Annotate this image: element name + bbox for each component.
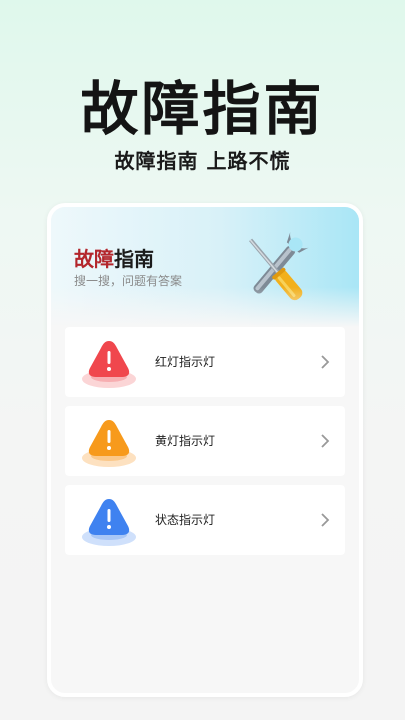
chevron-right-icon — [321, 355, 330, 369]
banner-subtitle: 搜一搜，问题有答案 — [74, 274, 183, 288]
yellow-warning-icon — [82, 420, 136, 467]
banner-title-part1: 故障 — [74, 247, 114, 271]
indicator-list: 红灯指示灯 黄灯指示灯 状态指示灯 — [65, 327, 345, 564]
tools-icon — [249, 232, 309, 301]
list-item-label: 黄灯指示灯 — [155, 434, 216, 448]
banner: 故障指南 搜一搜，问题有答案 — [51, 207, 359, 327]
chevron-right-icon — [321, 434, 330, 448]
phone-screen: 故障指南 搜一搜，问题有答案 红灯指示灯 黄灯指示灯 状态指示灯 — [47, 203, 363, 697]
banner-title-part2: 指南 — [114, 247, 154, 271]
chevron-right-icon — [321, 513, 330, 527]
hero-title: 故障指南 — [80, 75, 325, 143]
list-item-label: 红灯指示灯 — [155, 355, 216, 369]
red-warning-icon — [82, 341, 136, 388]
list-item-red-light[interactable]: 红灯指示灯 — [65, 327, 345, 397]
banner-title: 故障指南 — [74, 243, 154, 272]
hero-subtitle: 故障指南 上路不慌 — [114, 149, 291, 173]
blue-warning-icon — [82, 499, 136, 546]
list-item-yellow-light[interactable]: 黄灯指示灯 — [65, 406, 345, 476]
list-item-label: 状态指示灯 — [155, 513, 216, 527]
list-item-status-light[interactable]: 状态指示灯 — [65, 485, 345, 555]
